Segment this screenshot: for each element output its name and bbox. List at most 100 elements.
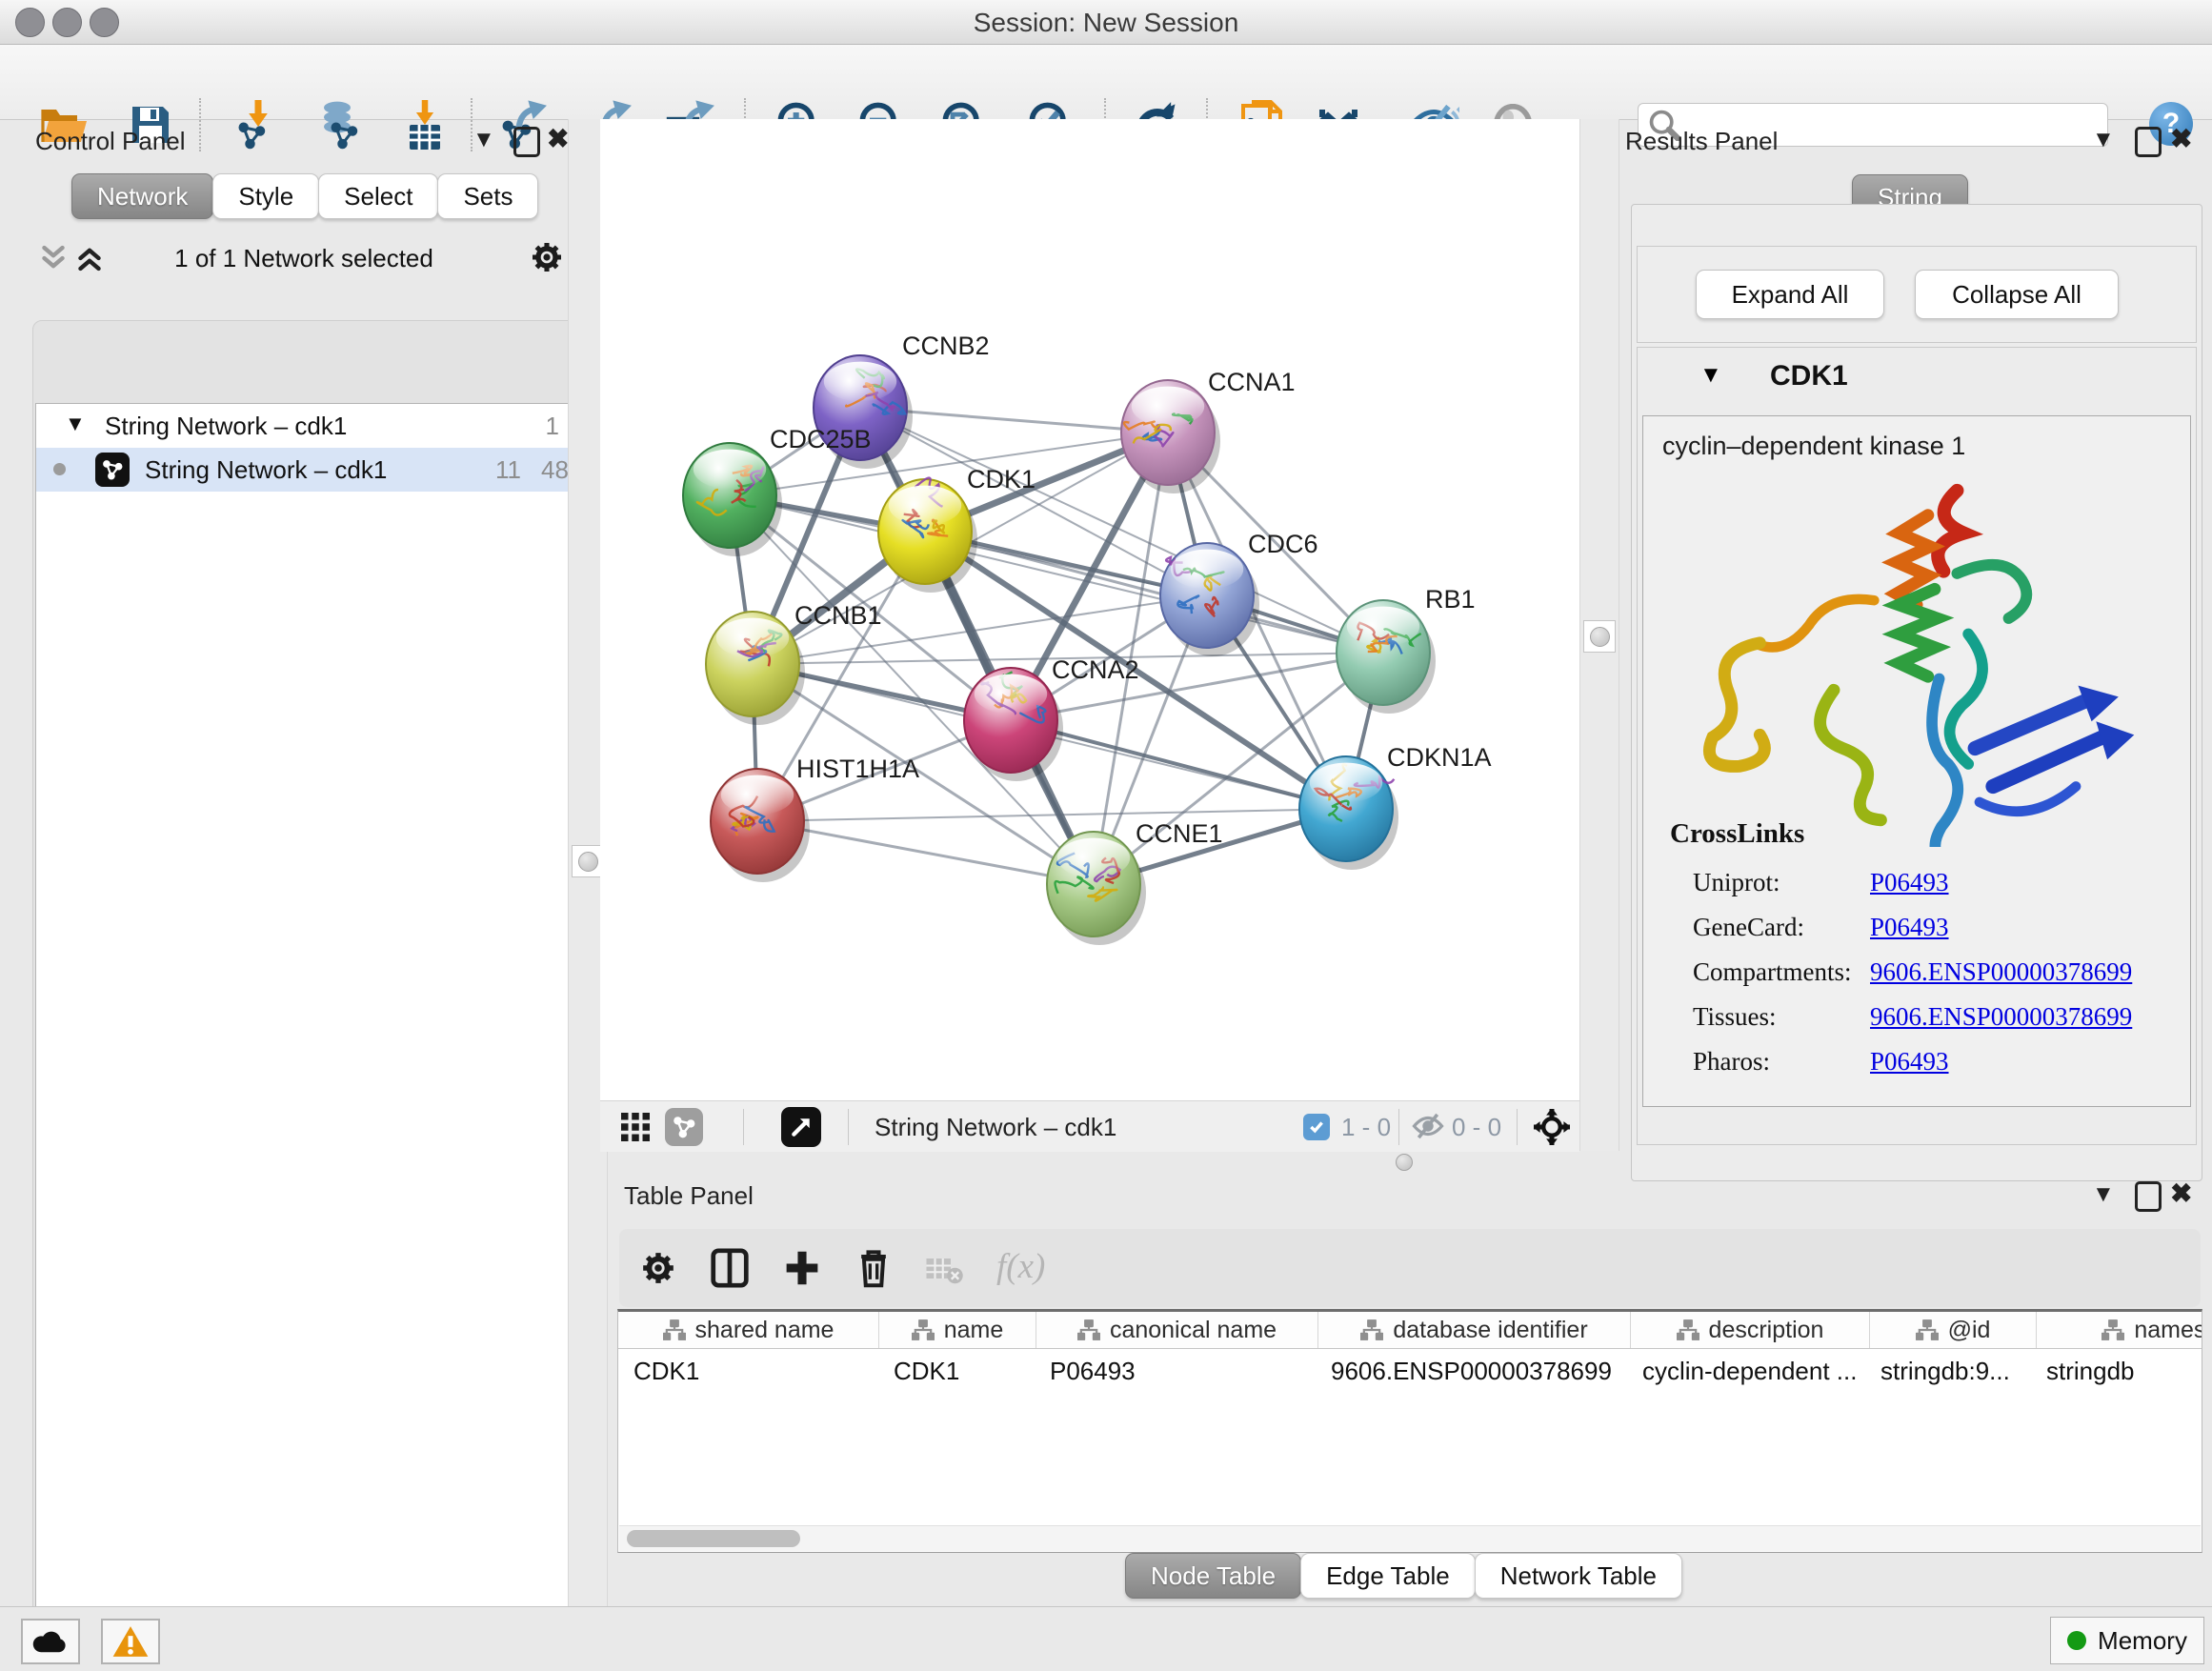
table-row[interactable]: CDK1CDK1P064939606.ENSP00000378699cyclin… [618,1349,2202,1393]
column-type-icon [2101,1319,2124,1340]
column-header-@id[interactable]: @id [1870,1312,2037,1348]
collection-label: String Network – cdk1 [105,412,347,441]
crosslink-row: Compartments:9606.ENSP00000378699 [1693,950,2169,995]
control-panel-title: Control Panel [35,127,186,156]
collapse-all-button[interactable]: Collapse All [1915,270,2119,319]
results-panel-float-icon[interactable]: ▼ [2092,129,2115,151]
cloud-status-button[interactable] [21,1619,80,1664]
node-label: RB1 [1425,585,1476,614]
network-graph: CCNB2CCNA1CDC25BCDK1CDC6RB1CCNB1CCNA2CDK… [600,119,1579,1100]
crosslink-url[interactable]: P06493 [1870,868,1949,897]
network-label: String Network – cdk1 [145,455,387,485]
column-header-label: name [944,1317,1004,1344]
column-header-label: canonical name [1110,1317,1277,1344]
tab-edge-table[interactable]: Edge Table [1300,1553,1476,1599]
crosslink-label: GeneCard: [1693,913,1870,942]
table-cell[interactable]: CDK1 [878,1349,1035,1393]
scrollbar-thumb[interactable] [627,1530,800,1547]
tab-network-table[interactable]: Network Table [1475,1553,1682,1599]
delete-column-icon[interactable] [855,1246,892,1288]
column-header-label: database identifier [1393,1317,1587,1344]
column-header-label: description [1709,1317,1824,1344]
control-panel-close-icon[interactable]: ✖ [547,126,569,152]
tab-select[interactable]: Select [318,173,438,219]
table-cell[interactable]: 9606.ENSP00000378699 [1316,1349,1627,1393]
titlebar: Session: New Session [0,0,2212,45]
column-header-label: @id [1948,1317,1991,1344]
collection-expander-icon[interactable]: ▼ [65,412,86,436]
tab-node-table[interactable]: Node Table [1125,1553,1301,1599]
node-label: CDK1 [967,465,1036,493]
network-node-CDKN1A[interactable]: CDKN1A [1299,743,1492,870]
tab-network[interactable]: Network [71,173,213,219]
cdk1-description: cyclin–dependent kinase 1 [1662,432,1965,461]
crosslinks-title: CrossLinks [1670,818,1804,850]
network-node-RB1[interactable]: RB1 [1337,585,1476,714]
column-type-icon [912,1319,935,1340]
add-column-icon[interactable] [783,1248,821,1288]
control-panel-float-icon[interactable]: ▼ [473,129,495,151]
birdseye-view-icon[interactable] [781,1107,821,1147]
network-node-CCNE1[interactable]: CCNE1 [1047,819,1223,945]
network-row-selected[interactable]: String Network – cdk1 11 48 [36,448,574,492]
network-node-CCNA1[interactable]: CCNA1 [1121,368,1296,493]
tab-sets[interactable]: Sets [437,173,538,219]
select-columns-icon[interactable] [711,1248,749,1288]
column-type-icon [1916,1319,1939,1340]
table-cell[interactable]: cyclin-dependent ... [1627,1349,1865,1393]
expand-all-button[interactable]: Expand All [1696,270,1884,319]
crosslink-url[interactable]: 9606.ENSP00000378699 [1870,1002,2132,1032]
table-panel-maximize-icon[interactable] [2135,1181,2162,1212]
right-splitter[interactable] [1579,119,1619,1151]
table-cell[interactable]: P06493 [1035,1349,1316,1393]
selected-checkbox-icon[interactable] [1303,1114,1330,1140]
node-label: HIST1H1A [796,755,919,783]
warnings-button[interactable] [101,1619,160,1664]
network-node-CDC6[interactable]: CDC6 [1160,530,1318,656]
results-panel-maximize-icon[interactable] [2135,127,2162,157]
column-header-name[interactable]: name [879,1312,1036,1348]
table-panel-float-icon[interactable]: ▼ [2092,1183,2115,1206]
node-label: CCNA1 [1208,368,1296,396]
protein-structure-image [1672,466,2148,847]
grid-view-icon[interactable] [621,1113,650,1141]
left-splitter-handle[interactable] [572,845,604,877]
table-panel-close-icon[interactable]: ✖ [2170,1180,2192,1207]
table-cell[interactable]: stringdb:9... [1865,1349,2031,1393]
table-type-tabs: Node TableEdge TableNetwork Table [1126,1553,1682,1599]
network-node-CDC25B[interactable]: CDC25B [683,425,872,556]
network-view-share-icon[interactable] [665,1108,703,1146]
collection-count: 1 [546,412,559,441]
crosslink-url[interactable]: P06493 [1870,1047,1949,1077]
crosslink-row: Uniprot:P06493 [1693,860,2169,905]
tab-style[interactable]: Style [212,173,319,219]
table-cell[interactable]: stringdb [2031,1349,2202,1393]
crosslink-url[interactable]: P06493 [1870,913,1949,942]
cdk1-expander-icon[interactable]: ▼ [1699,362,1722,389]
crosslink-label: Pharos: [1693,1047,1870,1077]
results-panel-close-icon[interactable]: ✖ [2170,126,2192,152]
crosslink-url[interactable]: 9606.ENSP00000378699 [1870,957,2132,987]
network-collection-row[interactable]: ▼ String Network – cdk1 1 [36,404,574,448]
network-options-gear-icon[interactable] [530,240,564,274]
bottom-splitter-handle[interactable] [1396,1154,1413,1171]
memory-button[interactable]: Memory [2050,1617,2204,1664]
column-header-database-identifier[interactable]: database identifier [1318,1312,1631,1348]
network-edge[interactable] [757,809,1346,821]
column-header-canonical-name[interactable]: canonical name [1036,1312,1318,1348]
column-header-shared-name[interactable]: shared name [618,1312,879,1348]
column-type-icon [1677,1319,1699,1340]
control-panel-maximize-icon[interactable] [513,127,540,157]
fit-content-crosshair-icon[interactable] [1534,1109,1570,1145]
control-panel-tabs: NetworkStyleSelectSets [72,173,538,219]
column-header-description[interactable]: description [1631,1312,1870,1348]
table-horizontal-scrollbar[interactable] [619,1525,2201,1551]
right-splitter-handle[interactable] [1583,620,1616,653]
column-header-namespace[interactable]: namespace [2037,1312,2202,1348]
selected-count: 1 - 0 [1341,1113,1391,1142]
table-gear-icon[interactable] [640,1250,676,1286]
table-cell[interactable]: CDK1 [618,1349,878,1393]
network-toolbar-separator [1398,1109,1399,1145]
crosslinks-list: Uniprot:P06493GeneCard:P06493Compartment… [1693,860,2169,1084]
network-canvas[interactable]: CCNB2CCNA1CDC25BCDK1CDC6RB1CCNB1CCNA2CDK… [600,119,1579,1100]
